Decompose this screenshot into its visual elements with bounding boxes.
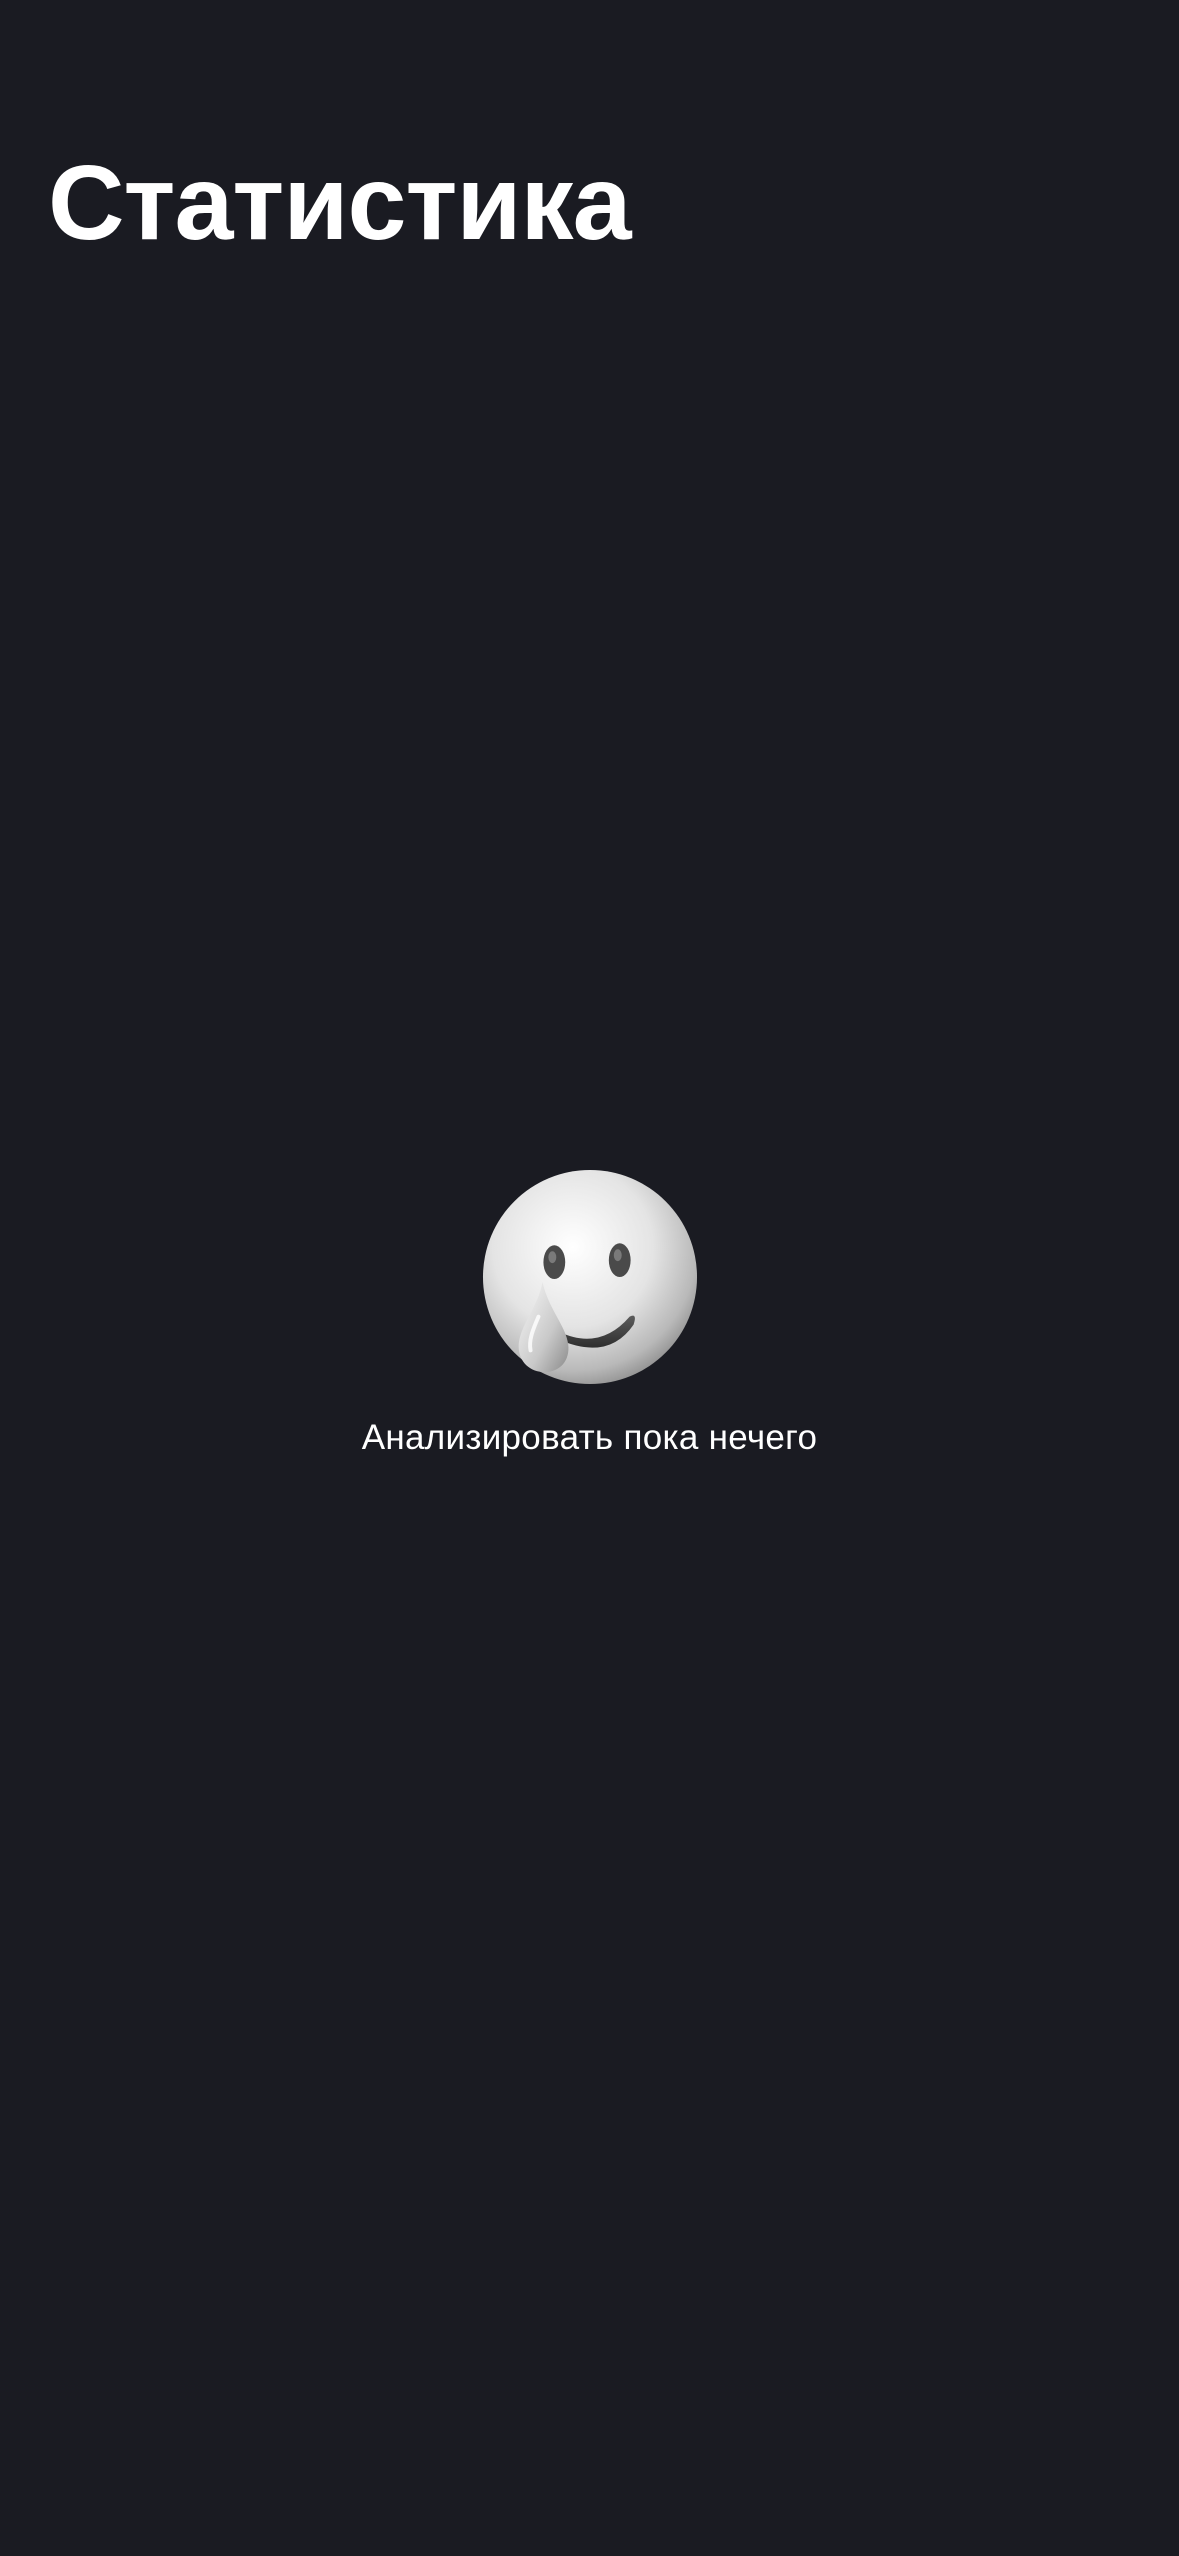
empty-state: Анализировать пока нечего: [0, 1168, 1179, 1458]
page-title: Статистика: [48, 144, 632, 262]
empty-state-message: Анализировать пока нечего: [361, 1418, 818, 1457]
statistics-screen: Статистика Анализировать пока нечего: [0, 0, 1179, 2556]
smiling-face-with-tear-icon: [482, 1169, 697, 1385]
